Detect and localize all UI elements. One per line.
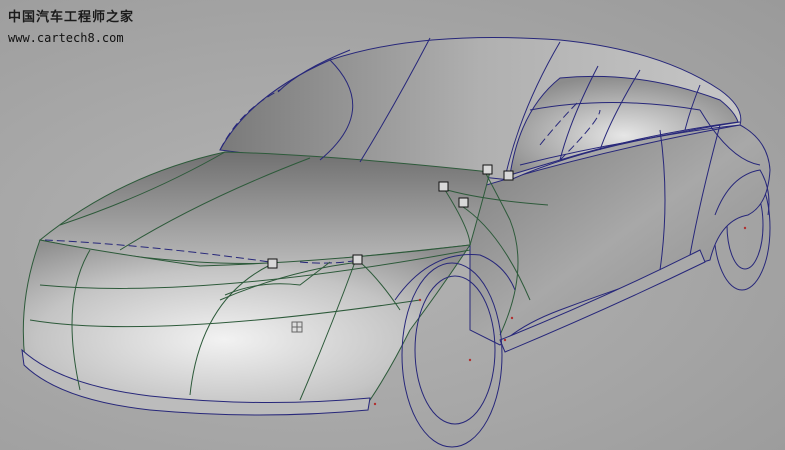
modeling-viewport[interactable]: 中国汽车工程师之家 www.cartech8.com — [0, 0, 785, 450]
cv-marker[interactable] — [438, 181, 449, 192]
cv-marker[interactable] — [482, 164, 493, 175]
cv-marker[interactable] — [352, 254, 363, 265]
front-bumper-surface[interactable] — [22, 239, 472, 407]
cv-marker[interactable] — [458, 197, 469, 208]
cv-marker[interactable] — [267, 258, 278, 269]
car-surface-model[interactable] — [0, 0, 785, 450]
cv-marker[interactable] — [503, 170, 514, 181]
